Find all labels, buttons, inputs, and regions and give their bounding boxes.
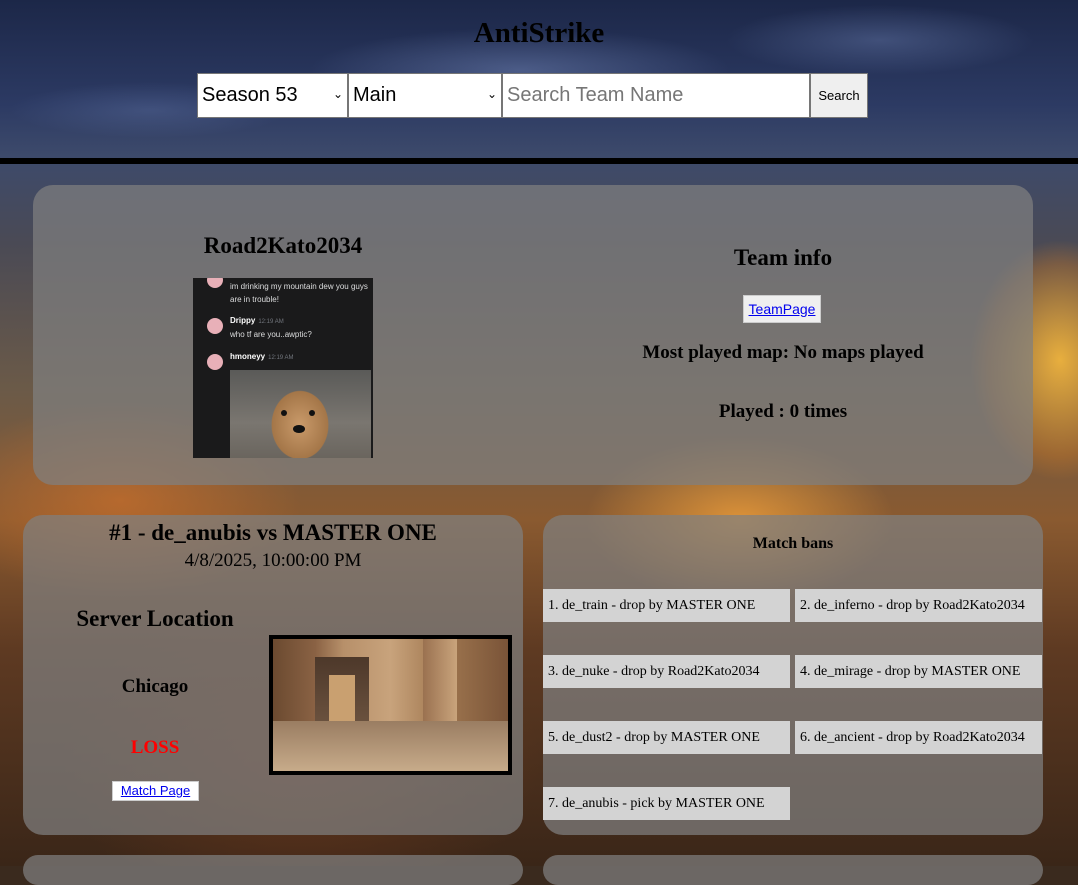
team-avatar: im drinking my mountain dew you guys are… [193,278,373,458]
chat-avatar [207,318,223,334]
division-select[interactable]: Main ⌄ [348,73,502,118]
match-title: #1 - de_anubis vs MASTER ONE [109,520,437,545]
ban-item: 7. de_anubis - pick by MASTER ONE [543,787,790,820]
header-divider [0,158,1078,164]
match-result: LOSS [130,737,180,758]
server-location-title: Server Location [76,606,234,631]
chat-username: hmoneyy [230,352,266,361]
next-bans-panel [543,855,1043,885]
map-thumbnail [269,635,512,775]
match-panel: #1 - de_anubis vs MASTER ONE 4/8/2025, 1… [23,515,523,835]
team-search-input[interactable] [502,73,810,118]
search-button[interactable]: Search [810,73,868,118]
ban-item: 3. de_nuke - drop by Road2Kato2034 [543,655,790,688]
site-header: AntiStrike Season 53 ⌄ Main ⌄ Search [0,0,1078,158]
team-info-title: Team info [733,245,833,270]
chat-message: im drinking my mountain dew you guys are… [230,282,368,304]
chat-message: who tf are you..awptic? [230,330,312,339]
played-count: Played : 0 times [718,401,848,422]
ban-item: 1. de_train - drop by MASTER ONE [543,589,790,622]
ban-item: 4. de_mirage - drop by MASTER ONE [795,655,1042,688]
ban-item: 2. de_inferno - drop by Road2Kato2034 [795,589,1042,622]
dog-eye [281,410,287,416]
chat-timestamp: 12:19 AM [258,319,284,325]
match-page-link[interactable]: Match Page [112,781,199,801]
team-page-link[interactable]: TeamPage [743,295,821,323]
dog-eye [309,410,315,416]
chat-username: Drippy [230,316,256,325]
season-select[interactable]: Season 53 ⌄ [197,73,348,118]
chevron-down-icon: ⌄ [486,87,497,101]
most-played-map: Most played map: No maps played [642,342,924,363]
match-bans-title: Match bans [752,535,834,552]
match-bans-panel: Match bans 1. de_train - drop by MASTER … [543,515,1043,835]
chat-avatar [207,278,223,288]
server-city: Chicago [121,676,189,697]
site-title: AntiStrike [473,17,605,49]
map-doorway [329,675,355,725]
chat-message-header: Drippy 12:19 AM [230,316,284,325]
team-name: Road2Kato2034 [203,233,363,258]
season-select-value: Season 53 [202,84,298,106]
dog-photo [230,370,371,458]
team-panel: Road2Kato2034 im drinking my mountain de… [33,185,1033,485]
chat-message-header: hmoneyy 12:19 AM [230,352,293,361]
dog-nose [293,425,305,433]
map-floor [273,721,508,771]
match-date: 4/8/2025, 10:00:00 PM [184,550,362,571]
search-bar: Season 53 ⌄ Main ⌄ Search [197,73,868,118]
chat-avatar [207,354,223,370]
division-select-value: Main [353,84,397,106]
chevron-down-icon: ⌄ [332,87,343,101]
chat-timestamp: 12:19 AM [268,355,294,361]
next-match-panel [23,855,523,885]
ban-item: 6. de_ancient - drop by Road2Kato2034 [795,721,1042,754]
ban-item: 5. de_dust2 - drop by MASTER ONE [543,721,790,754]
